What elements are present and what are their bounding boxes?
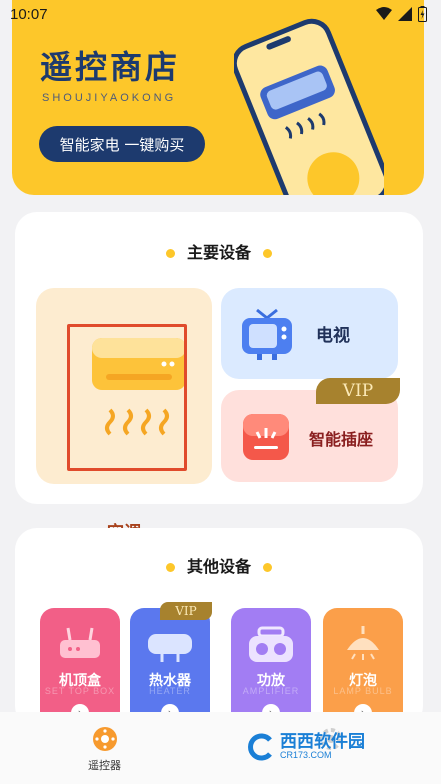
tv-tile[interactable]: 电视 <box>221 288 398 379</box>
lamp-bulb-icon <box>347 626 379 660</box>
smart-socket-icon <box>243 414 289 460</box>
watermark-text: 西西软件园 <box>280 731 365 752</box>
water-heater-icon <box>148 634 192 662</box>
signal-icon <box>398 7 412 21</box>
bottom-navigation: 遥控器 <box>0 712 441 784</box>
smart-socket-tile[interactable]: 智能插座 VIP <box>221 378 400 482</box>
smart-socket-label: 智能插座 <box>309 430 374 449</box>
status-time: 10:07 <box>10 6 48 23</box>
nav-label-remote: 遥控器 <box>88 759 121 772</box>
set-top-box-icon <box>60 627 100 658</box>
main-section-title: 主要设备 <box>15 239 423 263</box>
phone-illustration-icon <box>234 18 384 195</box>
battery-icon <box>418 6 427 22</box>
other-section-title: 其他设备 <box>15 553 423 577</box>
vip-badge: VIP <box>316 378 400 404</box>
lamp-bulb-tile[interactable]: 灯泡 LAMP BULB › <box>323 608 403 728</box>
status-icons <box>376 6 427 22</box>
amplifier-label: 功放 <box>257 673 285 689</box>
banner-title: 遥控商店 <box>40 48 181 86</box>
watermark-url: CR173.COM <box>280 750 332 761</box>
water-heater-label: 热水器 <box>149 673 191 689</box>
amplifier-icon <box>249 626 293 662</box>
watermark-c-icon <box>248 733 272 761</box>
other-devices-card: 其他设备 机顶盒 SET TOP BOX › VIP 热水器 HEATER › … <box>15 528 423 728</box>
amplifier-tile[interactable]: 功放 AMPLIFIER › <box>231 608 311 728</box>
wifi-icon <box>376 7 392 20</box>
vip-badge: VIP <box>160 602 212 620</box>
tv-icon <box>242 308 292 360</box>
lamp-bulb-label: 灯泡 <box>349 673 377 689</box>
banner-subtitle: SHOUJIYAOKONG <box>42 92 177 104</box>
status-bar: 10:07 <box>0 0 441 30</box>
nav-item-remote[interactable]: 遥控器 <box>88 726 121 773</box>
watermark-logo: 西西软件园 CR173.COM <box>246 732 365 762</box>
set-top-box-tile[interactable]: 机顶盒 SET TOP BOX › <box>40 608 120 728</box>
set-top-box-label: 机顶盒 <box>59 673 101 689</box>
tv-label: 电视 <box>316 326 350 346</box>
selection-highlight-box <box>67 324 187 471</box>
water-heater-tile[interactable]: VIP 热水器 HEATER › <box>130 602 212 728</box>
main-devices-card: 主要设备 空调 电视 智能插座 VI <box>15 212 423 543</box>
remote-control-icon <box>92 727 117 751</box>
buy-now-button[interactable]: 智能家电 一键购买 <box>39 126 205 162</box>
